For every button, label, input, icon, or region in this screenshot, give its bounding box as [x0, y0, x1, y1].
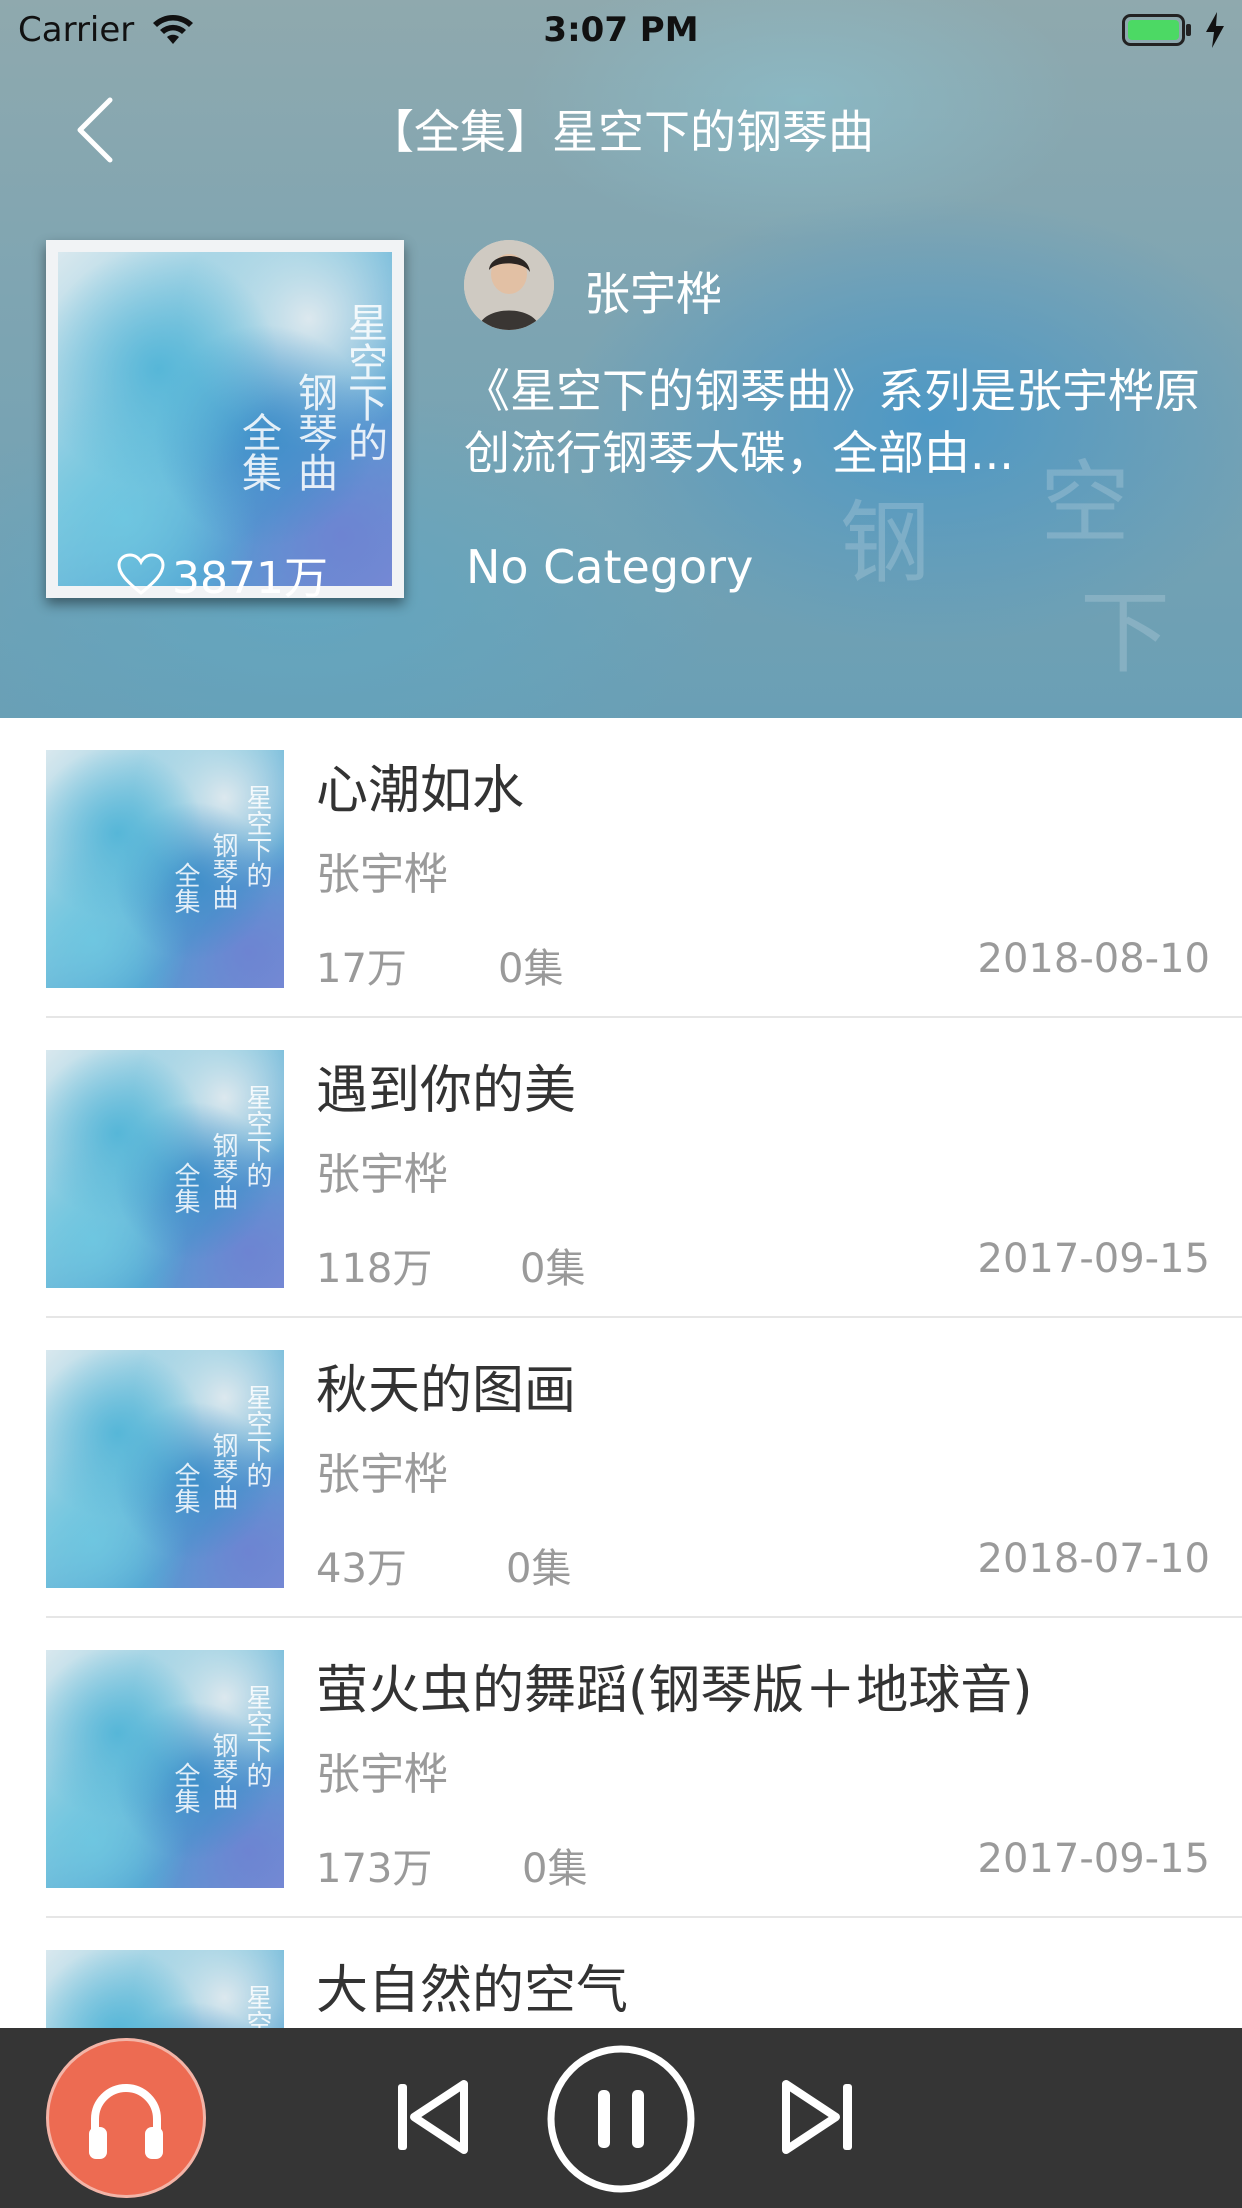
track-episode-count: 0集 [520, 1246, 586, 1292]
cover-text: 钢琴曲 [208, 1732, 238, 1810]
cover-artwork: 全集 钢琴曲 星空下的 [58, 252, 392, 586]
album-header: 空 钢 下 Carrier 3:07 PM 【全集】星空下的钢琴曲 全集 钢琴曲… [0, 0, 1242, 718]
track-episode-count: 0集 [522, 1846, 588, 1892]
track-date: 2017-09-15 [977, 1236, 1210, 1282]
cover-text: 星空下的 [341, 302, 387, 462]
track-row[interactable]: 全集 钢琴曲 星空下的 遇到你的美 张宇桦 118万 0集 2017-09-15 [0, 1018, 1242, 1318]
cover-artwork: 全集 钢琴曲 星空下的 [46, 1050, 284, 1288]
track-play-count: 118万 [316, 1246, 433, 1292]
page-title: 【全集】星空下的钢琴曲 [368, 105, 874, 159]
track-artist: 张宇桦 [316, 1449, 448, 1500]
cover-text: 全集 [170, 862, 200, 914]
charging-icon [1206, 12, 1224, 48]
track-artist: 张宇桦 [316, 849, 448, 900]
track-row[interactable]: 全集 钢琴曲 星空下的 大自然的空气 [0, 1918, 1242, 2028]
status-bar: Carrier 3:07 PM [0, 0, 1242, 60]
cover-text: 钢琴曲 [208, 1432, 238, 1510]
cover-text: 全集 [235, 412, 281, 492]
clock: 3:07 PM [543, 10, 699, 50]
track-artist: 张宇桦 [316, 1749, 448, 1800]
album-cover: 全集 钢琴曲 星空下的 3871万 [46, 240, 404, 604]
track-row[interactable]: 全集 钢琴曲 星空下的 秋天的图画 张宇桦 43万 0集 2018-07-10 [0, 1318, 1242, 1618]
avatar-image [464, 240, 554, 330]
artist-name[interactable]: 张宇桦 [584, 258, 722, 324]
track-list: 全集 钢琴曲 星空下的 心潮如水 张宇桦 17万 0集 2018-08-10 全… [0, 718, 1242, 2028]
cover-text: 星空下的 [242, 1384, 272, 1488]
track-thumbnail: 全集 钢琴曲 星空下的 [46, 1950, 284, 2028]
track-thumbnail: 全集 钢琴曲 星空下的 [46, 750, 284, 988]
previous-button[interactable] [392, 2074, 472, 2160]
cover-text: 星空下的 [242, 784, 272, 888]
track-date: 2018-07-10 [977, 1536, 1210, 1582]
app-screen: 空 钢 下 Carrier 3:07 PM 【全集】星空下的钢琴曲 全集 钢琴曲… [0, 0, 1242, 2208]
cover-text: 钢琴曲 [208, 1132, 238, 1210]
cover-text: 星空下的 [242, 1084, 272, 1188]
cover-artwork: 全集 钢琴曲 星空下的 [46, 750, 284, 988]
pause-button[interactable] [546, 2044, 696, 2194]
cover-artwork: 全集 钢琴曲 星空下的 [46, 1650, 284, 1888]
track-title: 遇到你的美 [316, 1061, 577, 1121]
player-bar [0, 2028, 1242, 2208]
track-thumbnail: 全集 钢琴曲 星空下的 [46, 1350, 284, 1588]
battery-icon [1122, 14, 1191, 46]
track-date: 2017-09-15 [977, 1836, 1210, 1882]
track-thumbnail: 全集 钢琴曲 星空下的 [46, 1050, 284, 1288]
track-title: 大自然的空气 [316, 1961, 629, 2021]
now-playing-button[interactable] [46, 2038, 206, 2198]
cover-text: 全集 [170, 1162, 200, 1214]
background-decoration: 下 [1080, 581, 1170, 686]
cover-text: 全集 [170, 1462, 200, 1514]
next-button[interactable] [778, 2074, 858, 2160]
track-date: 2018-08-10 [977, 936, 1210, 982]
track-title: 秋天的图画 [316, 1361, 577, 1421]
track-play-count: 173万 [316, 1846, 433, 1892]
background-decoration: 钢 [840, 491, 930, 596]
track-thumbnail: 全集 钢琴曲 星空下的 [46, 1650, 284, 1888]
like-count-value: 3871万 [172, 553, 328, 604]
back-button[interactable] [60, 90, 130, 170]
track-artist: 张宇桦 [316, 1149, 448, 1200]
like-count: 3871万 [116, 542, 328, 606]
track-row[interactable]: 全集 钢琴曲 星空下的 萤火虫的舞蹈(钢琴版＋地球音) 张宇桦 173万 0集 … [0, 1618, 1242, 1918]
album-description: 《星空下的钢琴曲》系列是张宇桦原创流行钢琴大碟，全部由... [464, 364, 1200, 480]
heart-icon [117, 553, 165, 595]
track-title: 心潮如水 [316, 761, 525, 821]
track-title: 萤火虫的舞蹈(钢琴版＋地球音) [316, 1661, 1033, 1721]
album-category: No Category [466, 540, 754, 594]
track-row[interactable]: 全集 钢琴曲 星空下的 心潮如水 张宇桦 17万 0集 2018-08-10 [0, 718, 1242, 1018]
cover-text: 星空下的 [242, 1984, 272, 2028]
track-play-count: 43万 [316, 1546, 407, 1592]
track-play-count: 17万 [316, 946, 407, 992]
cover-text: 钢琴曲 [208, 832, 238, 910]
cover-artwork: 全集 钢琴曲 星空下的 [46, 1950, 284, 2028]
track-episode-count: 0集 [498, 946, 564, 992]
artist-avatar[interactable] [464, 240, 554, 330]
cover-artwork: 全集 钢琴曲 星空下的 [46, 1350, 284, 1588]
cover-text: 全集 [170, 1762, 200, 1814]
cover-text: 钢琴曲 [291, 372, 337, 492]
track-episode-count: 0集 [506, 1546, 572, 1592]
cover-text: 星空下的 [242, 1684, 272, 1788]
headphones-icon [89, 2084, 163, 2159]
